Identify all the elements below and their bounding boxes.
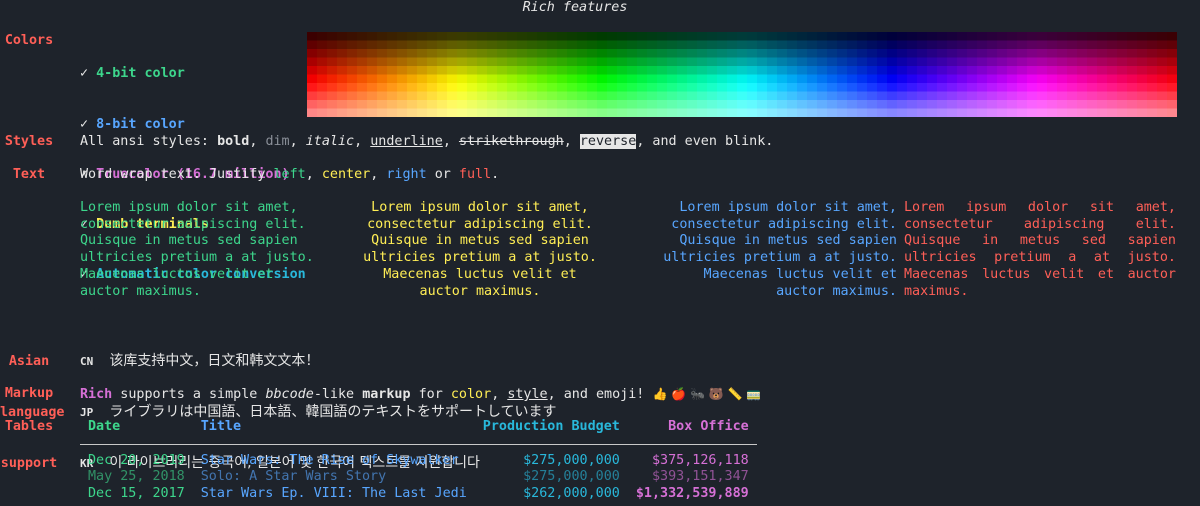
cell-box-office: $375,126,118 (651, 452, 749, 468)
cell-box-office: $1,332,539,889 (635, 486, 749, 502)
markup-markup-word: markup (362, 387, 411, 402)
colors-item-8bit: 8-bit color (96, 116, 185, 132)
cell-box-office: $393,151,347 (651, 469, 749, 485)
lorem-center: Lorem ipsum dolor sit amet, consectetur … (363, 200, 597, 299)
cell-date: Dec 20, 2019 (88, 452, 185, 468)
section-label-tables: Tables (4, 419, 54, 434)
markup-rich-word: Rich (80, 387, 113, 402)
section-label-styles: Styles (4, 134, 54, 149)
section-label-text: Text (12, 167, 46, 182)
styles-line: All ansi styles: bold, dim, italic, unde… (80, 134, 774, 149)
markup-line: Rich supports a simple bbcode-like marku… (80, 387, 762, 402)
table-row: Dec 15, 2017 Star Wars Ep. VIII: The Las… (80, 486, 757, 503)
check-icon: ✓ (80, 66, 89, 82)
column-header-date: Date (80, 418, 193, 445)
cell-budget: $275,000,000 (523, 452, 620, 468)
asian-row-cn: CN 该库支持中文，日文和韩文文本！ (80, 353, 320, 369)
check-icon: ✓ (80, 116, 89, 132)
table-row: Dec 20, 2019 Star Wars: The Rise of Skyw… (80, 444, 757, 469)
movies-table: Date Title Production Budget Box Office … (80, 418, 757, 503)
text-justify-line: Word wrap text. Justify left, center, ri… (80, 167, 500, 182)
section-label-colors: Colors (4, 33, 54, 48)
justify-right-word: right (386, 167, 427, 182)
table-row: May 25, 2018 Solo: A Star Wars Story $27… (80, 469, 757, 486)
style-strikethrough: strikethrough (458, 134, 564, 149)
justify-full-word: full (458, 167, 492, 182)
style-underline: underline (370, 134, 443, 149)
style-dim: dim (265, 134, 290, 149)
justify-left-word: left (273, 167, 306, 182)
style-reverse: reverse (579, 134, 637, 149)
section-label-asian: Asian language support (0, 354, 65, 471)
lorem-left: Lorem ipsum dolor sit amet, consectetur … (80, 200, 314, 299)
column-header-budget: Production Budget (474, 418, 628, 445)
cell-budget: $275,000,000 (523, 469, 620, 485)
section-label-markup: Markup (4, 386, 54, 401)
cell-title: Solo: A Star Wars Story (200, 469, 387, 485)
emoji-icons: 👍 🍎 🐜 🐻 📏 🚃 (652, 387, 762, 401)
column-header-box-office: Box Office (627, 418, 757, 445)
cell-budget: $262,000,000 (523, 486, 620, 502)
table-header-row: Date Title Production Budget Box Office (80, 418, 757, 445)
justify-center-word: center (321, 167, 371, 182)
color-palette-gradient (307, 32, 1177, 117)
column-header-title: Title (192, 418, 475, 445)
style-bold: bold (217, 134, 250, 149)
markup-bbcode-word: bbcode (265, 387, 314, 402)
cell-date: May 25, 2018 (88, 469, 185, 485)
markup-color-word: color (450, 387, 492, 402)
cell-title: Star Wars Ep. VIII: The Last Jedi (200, 486, 467, 502)
lorem-right: Lorem ipsum dolor sit amet, consectetur … (663, 200, 897, 299)
cell-date: Dec 15, 2017 (88, 486, 185, 502)
page-title: Rich features (522, 0, 628, 15)
markup-style-word: style (507, 387, 548, 402)
cell-title: Star Wars: The Rise of Skywalker (200, 452, 459, 468)
colors-item-4bit: 4-bit color (96, 66, 185, 82)
style-italic: italic (305, 134, 355, 149)
lorem-full: Lorem ipsum dolor sit amet, consectetur … (904, 200, 1176, 299)
